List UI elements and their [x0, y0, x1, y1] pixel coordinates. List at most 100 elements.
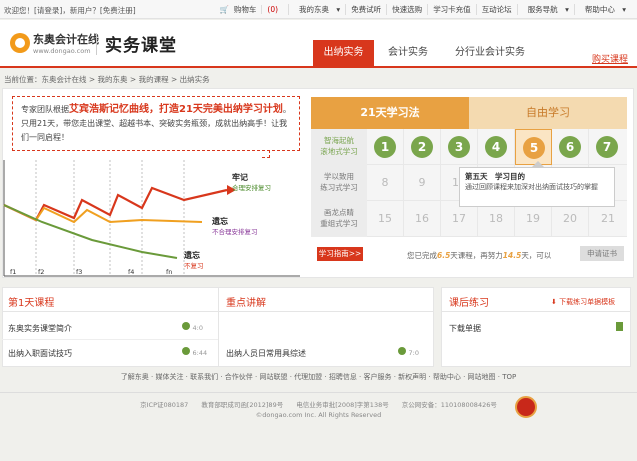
logo-subtitle: 实务课堂: [105, 36, 177, 56]
intro-text-pre: 专家团队根据: [21, 105, 69, 114]
login-link[interactable]: [请登录]: [34, 6, 62, 15]
recharge-link[interactable]: 学习卡充值: [427, 4, 476, 15]
course-box-divider: [218, 287, 219, 367]
nav-tab-industry[interactable]: 分行业会计实务: [444, 40, 536, 66]
course-item-meta: 6:44: [182, 347, 207, 357]
day-circle-current: 5: [523, 137, 545, 159]
row-label-2: 学以致用 练习式学习: [311, 165, 367, 201]
progress-done: 6.5: [437, 251, 451, 260]
cart-link[interactable]: 🛒 购物车 (0): [215, 4, 288, 15]
quick-buy-link[interactable]: 快速选购: [386, 4, 427, 15]
footer-icp: 京ICP证080187 教育部职成司函[2012]89号 电信业务审批[2008…: [140, 401, 497, 409]
apply-certificate-button[interactable]: 申请证书: [580, 246, 624, 261]
help-label: 帮助中心: [584, 5, 615, 14]
course-box-header-line: [2, 311, 434, 312]
my-dongao-link[interactable]: 我的东奥 ▾: [288, 4, 345, 15]
register-link[interactable]: [免费注册]: [100, 6, 136, 15]
forget-curve-1: [3, 204, 203, 224]
intro-highlight: 艾宾浩斯记忆曲线，打造21天完美出纳学习计划: [69, 104, 283, 115]
tooltip-title: 第五天 学习目的: [465, 172, 525, 181]
day-circle: 6: [559, 136, 581, 158]
police-badge-icon[interactable]: [515, 396, 537, 418]
footer-divider: [0, 392, 637, 393]
remember-curve: [3, 186, 228, 222]
progress-pre: 您已完成: [407, 251, 437, 260]
day-cell[interactable]: 4: [478, 129, 515, 165]
nav-tab-cashier[interactable]: 出纳实务: [313, 40, 374, 66]
download-template-label: 下载练习单据模板: [559, 298, 616, 306]
nav-tab-accounting[interactable]: 会计实务: [378, 40, 438, 66]
day-circle: 7: [596, 136, 618, 158]
day-cell: 9: [404, 165, 441, 201]
progress-text: 您已完成6.5天课程，再努力14.5天，可以: [407, 250, 551, 261]
day-tooltip: 第五天 学习目的 通过回顾课程来加深对出纳面试技巧的掌握: [459, 167, 615, 207]
tick-f2: f2: [38, 268, 44, 276]
memory-curve-chart: 牢记 合理安排复习 遗忘 不合理安排复习 遗忘 不复习 f1 f2 f3 f4 …: [3, 160, 300, 277]
day-cell[interactable]: 2: [404, 129, 441, 165]
download-template-link[interactable]: ⬇ 下载练习单据模板: [551, 297, 615, 307]
row-label-1-sub: 滚地式学习: [320, 147, 358, 156]
logo-icon[interactable]: [10, 33, 30, 53]
row-label-1-title: 智海起航: [324, 136, 354, 145]
intro-arrow-icon: [262, 150, 270, 158]
logo-title[interactable]: 东奥会计在线: [33, 31, 99, 47]
row-label-3-sub: 重组式学习: [320, 219, 358, 228]
day1-title: 第1天课程: [8, 298, 55, 309]
day-cell[interactable]: 6: [552, 129, 589, 165]
study-guide-button[interactable]: 学习指南>>: [317, 247, 363, 261]
free-trial-link[interactable]: 免费试听: [345, 4, 386, 15]
alert-icon[interactable]: [398, 347, 406, 355]
day-row-1: 1 2 3 4 5 6 7: [367, 129, 627, 165]
forget1-label: 遗忘: [211, 216, 228, 226]
day-cell[interactable]: 1: [367, 129, 404, 165]
play-icon[interactable]: [182, 347, 190, 355]
forget2-sub: 不复习: [184, 261, 204, 270]
login-links: 欢迎您！[请登录]，新用户？[免费注册]: [4, 5, 136, 16]
help-link[interactable]: 帮助中心 ▾: [573, 4, 631, 15]
tick-fn: fn: [166, 268, 172, 276]
new-user-text: ，新用户？: [62, 6, 100, 15]
keypoint-item[interactable]: 出纳人员日常用具综述: [226, 348, 306, 359]
tab-free-study[interactable]: 自由学习: [469, 97, 627, 129]
remember-label: 牢记: [232, 172, 248, 182]
course-item-time: 4:0: [192, 324, 204, 332]
my-dongao-label: 我的东奥: [299, 5, 330, 14]
header-underline: [0, 66, 637, 68]
row-label-3-title: 画龙点睛: [324, 208, 354, 217]
cart-count: (0): [261, 5, 284, 14]
practice-item[interactable]: 下载单据: [449, 323, 481, 334]
buy-course-link[interactable]: 购买课程: [592, 52, 628, 65]
tooltip-body: 通过回顾课程来加深对出纳面试技巧的掌握: [465, 183, 598, 191]
day-cell: 16: [404, 201, 441, 237]
breadcrumb: 当前位置：东奥会计在线 > 我的东奥 > 我的课程 > 出纳实务: [4, 75, 210, 84]
document-icon[interactable]: [616, 322, 623, 331]
course-item[interactable]: 东奥实务课堂简介: [8, 323, 72, 334]
tab-21-day-plan[interactable]: 21天学习法: [311, 97, 469, 129]
row-divider: [2, 339, 218, 340]
day-cell[interactable]: 3: [441, 129, 478, 165]
day-cell[interactable]: 7: [589, 129, 627, 165]
day-circle: 4: [485, 136, 507, 158]
progress-post: 天，可以: [521, 251, 552, 260]
keypoints-title: 重点讲解: [226, 298, 266, 309]
play-icon[interactable]: [182, 322, 190, 330]
course-item-meta: 4:0: [182, 322, 203, 332]
remember-sub: 合理安排复习: [232, 183, 271, 192]
welcome-text: 欢迎您！: [4, 6, 34, 15]
forum-link[interactable]: 互动论坛: [475, 4, 517, 15]
footer-links[interactable]: 了解东奥 · 媒体关注 · 联系我们 · 合作伙伴 · 网站联盟 · 代理加盟 …: [0, 372, 637, 382]
keypoint-item-meta: 7:0: [398, 347, 419, 357]
tick-f4: f4: [128, 268, 134, 276]
tick-f1: f1: [10, 268, 16, 276]
keypoint-item-time: 7:0: [408, 349, 420, 357]
tick-f3: f3: [76, 268, 82, 276]
day-cell-current[interactable]: 5: [515, 129, 552, 165]
row-label-2-sub: 练习式学习: [320, 183, 358, 192]
intro-box: 专家团队根据艾宾浩斯记忆曲线，打造21天完美出纳学习计划。只用21天，带您走出课…: [12, 96, 300, 151]
day-circle: 3: [448, 136, 470, 158]
progress-mid: 天课程，再努力: [450, 251, 503, 260]
logo-url: www.dongao.com: [33, 47, 91, 55]
footer-copyright: ©dongao.com Inc. All Rights Reserved: [255, 411, 382, 419]
course-item[interactable]: 出纳入职面试技巧: [8, 348, 72, 359]
service-nav-link[interactable]: 服务导航 ▾: [516, 4, 574, 15]
